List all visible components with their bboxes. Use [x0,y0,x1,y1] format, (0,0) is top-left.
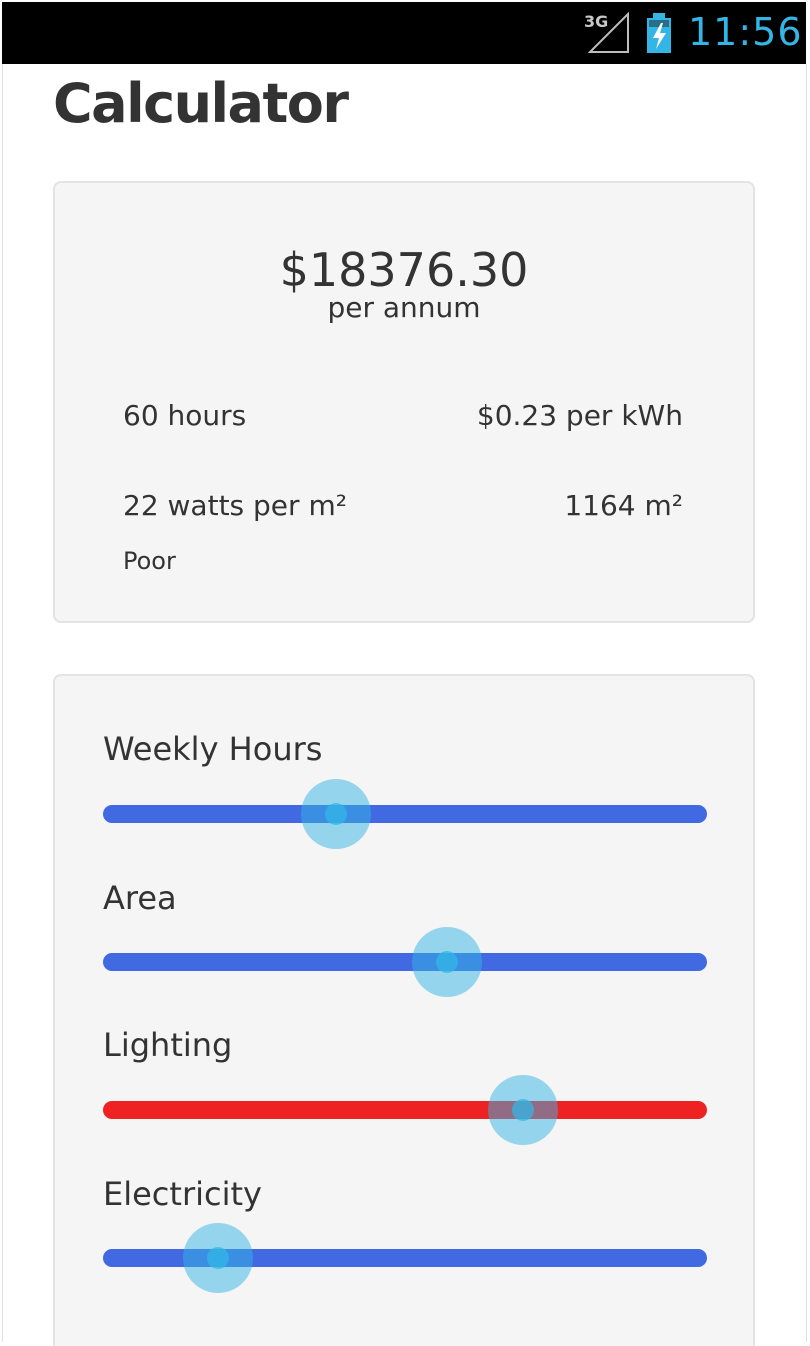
area-slider-thumb[interactable] [412,927,483,997]
sliders-card: Weekly Hours Area Lighting Electricity [53,674,755,1346]
slider-thumb-dot [206,1247,229,1269]
lighting-rating-label: Poor [123,547,176,575]
slider-thumb-dot [511,1099,534,1121]
electricity-slider-thumb[interactable] [182,1223,253,1293]
frame-border-right [806,64,807,1342]
lighting-slider-track[interactable] [103,1075,707,1145]
frame-border-left [2,64,3,1342]
slider-thumb-dot [436,951,459,973]
weekly-hours-value: 60 hours [123,399,247,432]
lighting-density-value: 22 watts per m² [123,489,347,522]
weekly-hours-label: Weekly Hours [103,730,323,768]
electricity-label: Electricity [103,1175,262,1213]
page-title: Calculator [53,72,349,135]
battery-charging-icon [647,13,671,53]
lighting-label: Lighting [103,1026,233,1064]
annual-cost-unit: per annum [327,291,481,324]
network-type: 3G [584,12,609,31]
area-slider-track[interactable] [103,927,707,997]
weekly-hours-slider-track[interactable] [103,779,707,849]
electricity-slider-track[interactable] [103,1223,707,1293]
weekly-hours-slider-thumb[interactable] [300,779,371,849]
electricity-rate-value: $0.23 per kWh [476,399,683,432]
slider-thumb-dot [324,803,347,825]
area-label: Area [103,879,177,917]
summary-card: $18376.30 per annum 60 hours $0.23 per k… [53,181,755,623]
annual-cost-value: $18376.30 [279,243,529,297]
lighting-slider-thumb[interactable] [487,1075,558,1145]
area-value: 1164 m² [564,489,683,522]
status-time: 11:56 [688,10,803,54]
status-bar: 3G 11:56 [2,2,806,64]
